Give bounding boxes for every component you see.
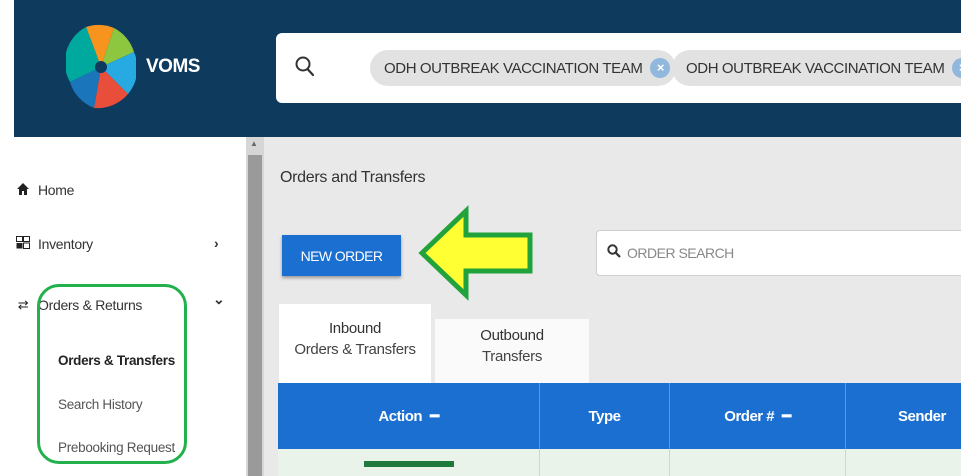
column-header-sender[interactable]: Sender xyxy=(846,383,961,449)
org-filter-chip[interactable]: ODH OUTBREAK VACCINATION TEAM × xyxy=(370,50,677,86)
search-icon xyxy=(607,244,621,262)
highlight-annotation-box xyxy=(37,284,187,464)
chevron-down-icon[interactable]: ⌄ xyxy=(213,291,225,308)
home-icon xyxy=(14,182,32,198)
sidebar-item-label: Inventory xyxy=(38,236,93,252)
sort-icon[interactable]: ━ xyxy=(430,407,439,425)
sidebar-item-label: Home xyxy=(38,182,75,198)
column-label: Sender xyxy=(898,407,946,425)
sidebar-item-inventory[interactable]: Inventory xyxy=(14,236,93,252)
new-order-button[interactable]: NEW ORDER xyxy=(282,235,401,276)
column-header-order-number[interactable]: Order # ━ xyxy=(670,383,846,449)
app-logo[interactable]: VOMS xyxy=(66,22,226,112)
app-name: VOMS xyxy=(146,56,200,77)
top-header: VOMS ODH OUTBREAK VACCINATION TEAM × ODH… xyxy=(14,0,961,137)
org-filter-chip[interactable]: ODH OUTBREAK VACCINATION TEAM × xyxy=(672,50,961,86)
order-search-field[interactable] xyxy=(596,230,961,276)
chip-close-icon[interactable]: × xyxy=(650,58,671,78)
inventory-icon xyxy=(14,236,32,252)
tab-sublabel: Transfers xyxy=(481,348,543,365)
sidebar-item-home[interactable]: Home xyxy=(14,182,74,198)
search-icon xyxy=(295,56,315,77)
sidebar: Home Inventory › ⇄ Orders & Returns ⌄ Or… xyxy=(0,137,246,476)
column-label: Action xyxy=(378,407,423,425)
global-search-bar[interactable]: ODH OUTBREAK VACCINATION TEAM × ODH OUTB… xyxy=(276,33,961,103)
sort-icon[interactable]: ━ xyxy=(782,407,791,425)
arrow-annotation-icon xyxy=(418,205,533,301)
tab-outbound[interactable]: Outbound Transfers xyxy=(435,319,589,383)
scrollbar-thumb[interactable] xyxy=(248,155,262,476)
table-cell xyxy=(846,449,961,476)
tab-label: Inbound xyxy=(328,320,382,337)
row-action-button[interactable] xyxy=(364,461,454,467)
table-cell xyxy=(540,449,670,476)
column-header-action[interactable]: Action ━ xyxy=(278,383,540,449)
main-content: Orders and Transfers NEW ORDER ? Inbound… xyxy=(264,137,961,476)
chevron-right-icon[interactable]: › xyxy=(214,235,219,251)
table-header: Action ━ Type Order # ━ Sender xyxy=(278,383,961,449)
order-search-input[interactable] xyxy=(627,245,927,261)
tab-inbound[interactable]: Inbound Orders & Transfers xyxy=(279,304,431,383)
table-cell xyxy=(670,449,846,476)
column-header-type[interactable]: Type xyxy=(540,383,670,449)
chip-label: ODH OUTBREAK VACCINATION TEAM xyxy=(384,59,643,77)
column-label: Type xyxy=(588,407,621,425)
column-label: Order # xyxy=(724,407,775,425)
transfer-icon: ⇄ xyxy=(17,297,29,312)
tab-label: Outbound xyxy=(480,327,544,344)
scroll-up-arrow-icon[interactable]: ▲ xyxy=(250,139,258,148)
voms-logo-icon xyxy=(66,24,136,109)
tab-sublabel: Orders & Transfers xyxy=(294,341,416,358)
page-title: Orders and Transfers xyxy=(280,169,426,186)
chip-close-icon[interactable]: × xyxy=(952,58,961,78)
chip-label: ODH OUTBREAK VACCINATION TEAM xyxy=(686,59,945,77)
